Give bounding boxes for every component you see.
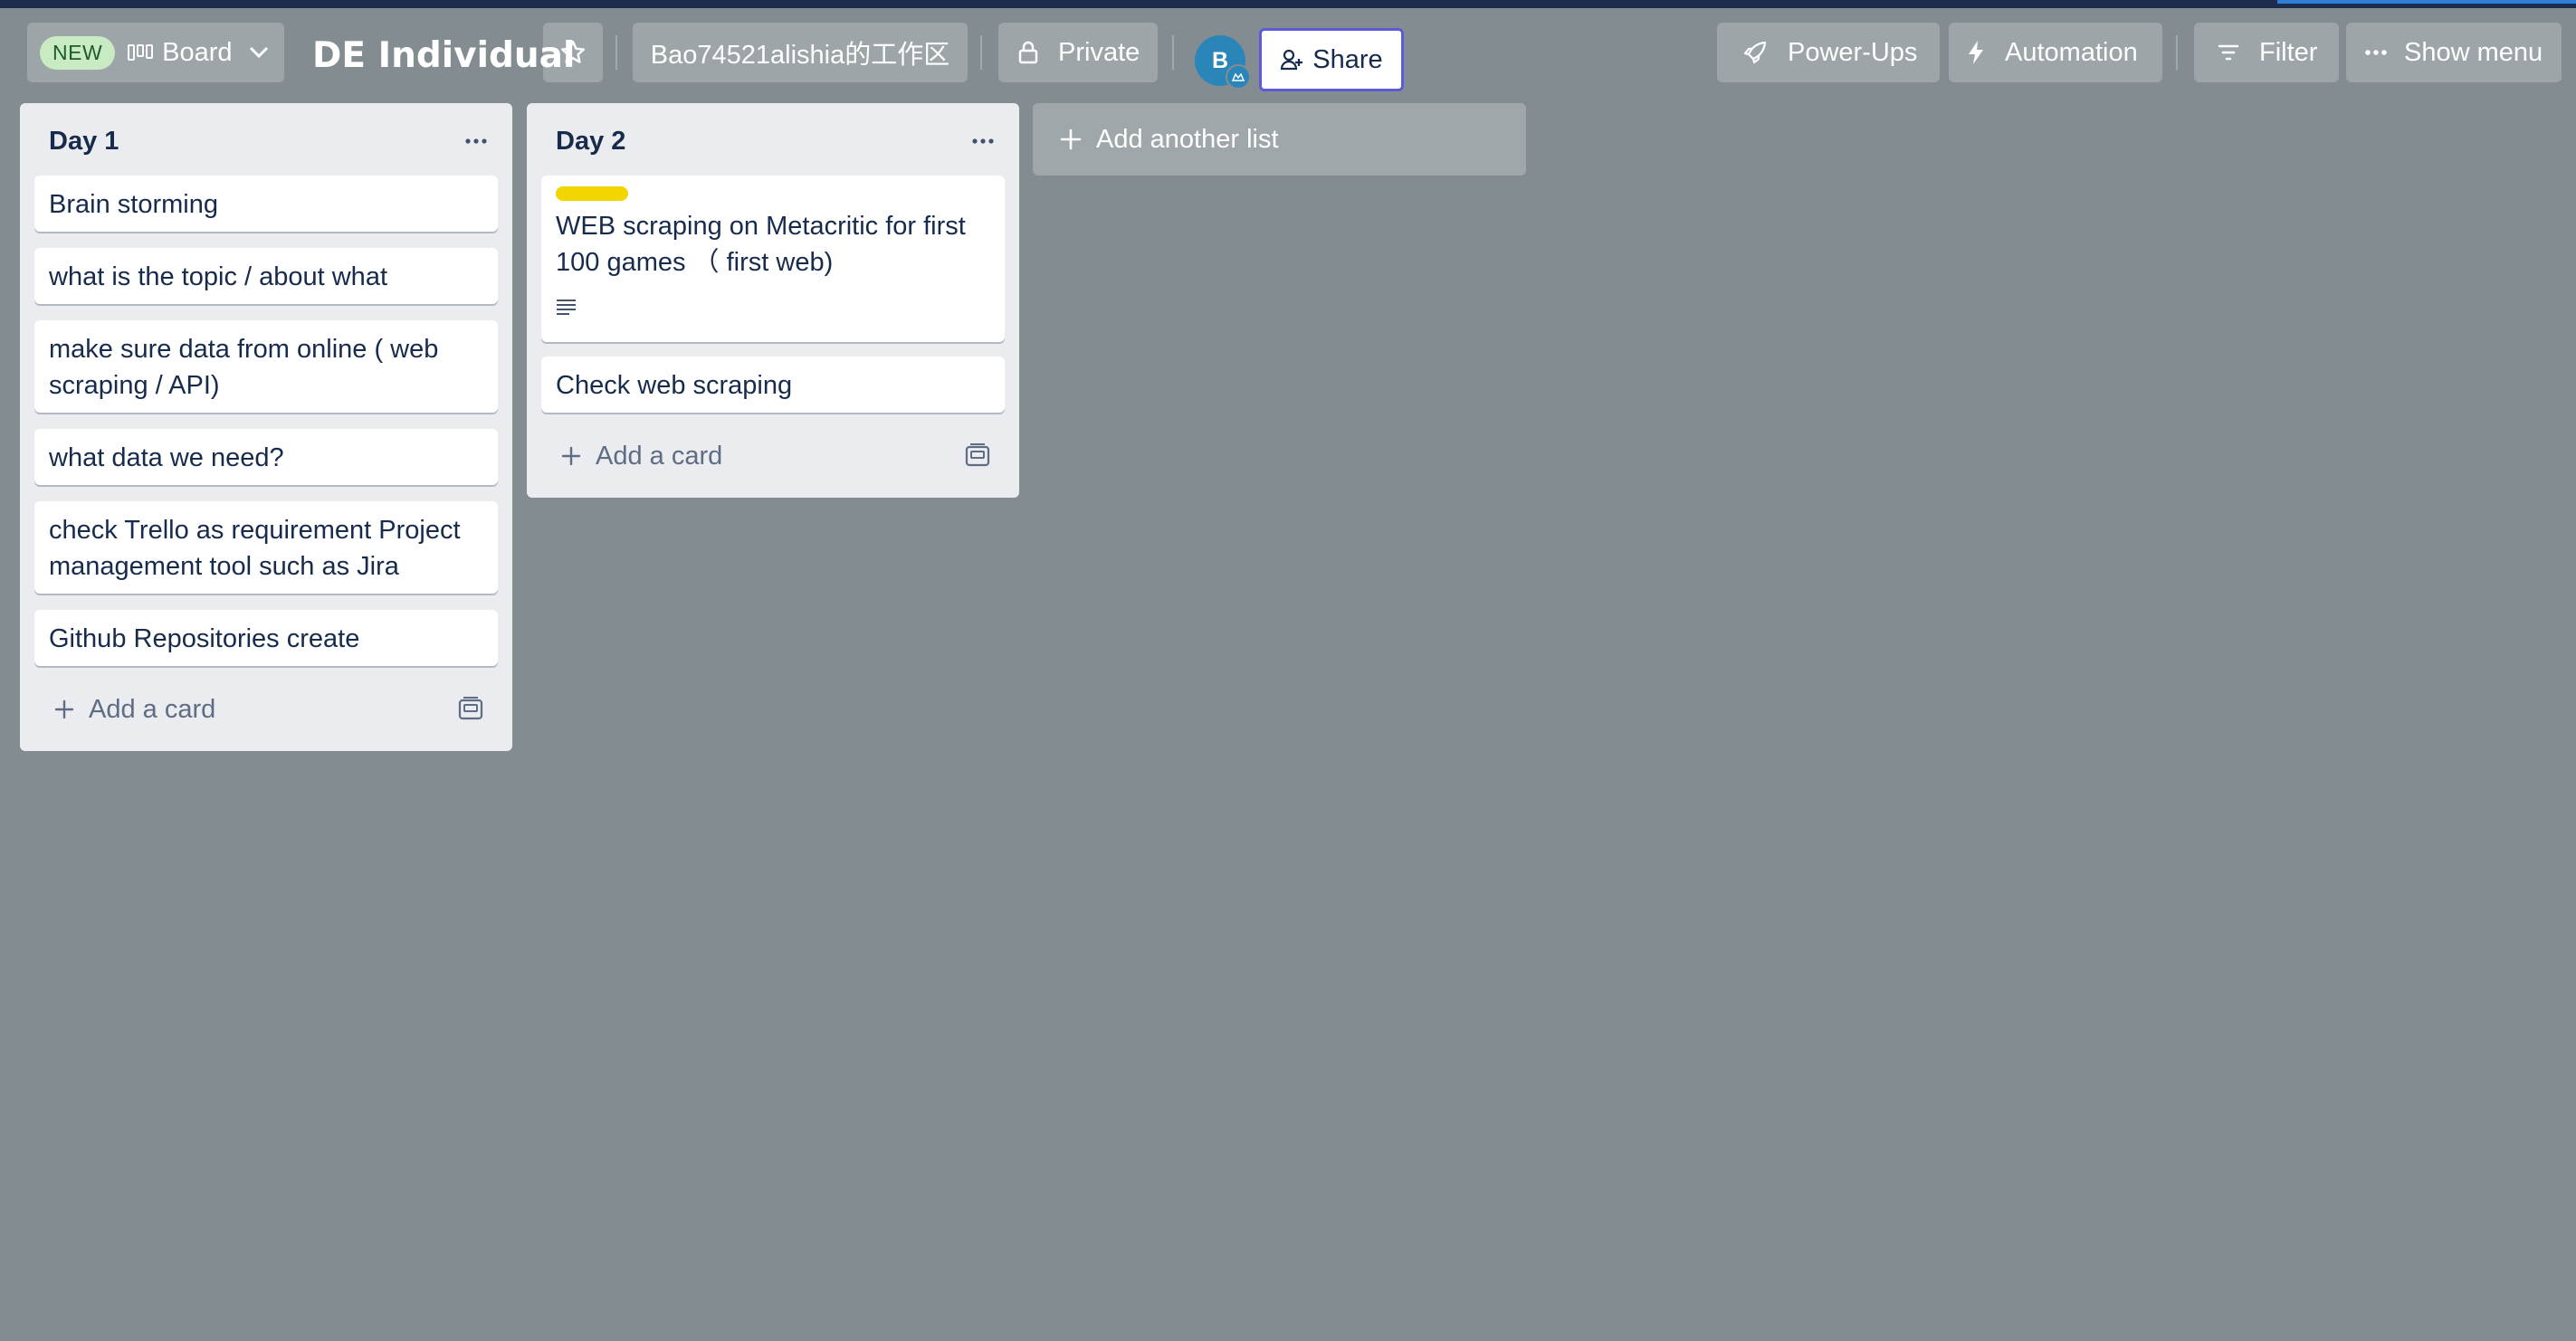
automation-button[interactable]: Automation	[1949, 23, 2162, 82]
list-day-1: Day 1 Brain storming what is the topic /…	[20, 103, 512, 751]
rocket-icon	[1742, 40, 1768, 65]
list-title[interactable]: Day 2	[556, 127, 625, 157]
more-dots-icon	[464, 138, 488, 145]
board-view-switcher[interactable]: NEW Board	[27, 23, 284, 82]
card-title: make sure data from online ( web scrapin…	[49, 335, 439, 400]
filter-icon	[2218, 43, 2239, 62]
show-menu-label: Show menu	[2404, 37, 2543, 67]
add-card-button[interactable]: Add a card	[561, 438, 722, 474]
card-title: Github Repositories create	[49, 624, 360, 653]
description-lines-icon	[556, 290, 990, 326]
plus-icon	[561, 446, 581, 466]
list-card[interactable]: what data we need?	[34, 429, 498, 485]
card-title: what data we need?	[49, 443, 284, 472]
visibility-button[interactable]: Private	[998, 23, 1158, 82]
header-separator	[2176, 35, 2178, 70]
card-title: Check web scraping	[556, 371, 793, 400]
header-separator	[615, 35, 617, 70]
list-card[interactable]: WEB scraping on Metacritic for first 100…	[541, 176, 1005, 342]
new-badge: NEW	[40, 35, 116, 70]
visibility-label: Private	[1058, 37, 1140, 67]
list-card[interactable]: check Trello as requirement Project mana…	[34, 501, 498, 594]
header-separator	[1172, 35, 1174, 70]
powerups-button[interactable]: Power-Ups	[1717, 23, 1940, 82]
powerups-label: Power-Ups	[1788, 37, 1918, 67]
avatar-initial: B	[1211, 47, 1229, 73]
more-dots-icon	[2364, 49, 2388, 56]
add-person-icon	[1280, 48, 1303, 71]
list-card[interactable]: what is the topic / about what	[34, 248, 498, 304]
workspace-button[interactable]: Bao74521alishia的工作区	[633, 23, 968, 82]
add-card-label: Add a card	[89, 694, 216, 724]
add-another-list-label: Add another list	[1096, 124, 1279, 154]
share-label: Share	[1312, 44, 1383, 74]
list-menu-button[interactable]	[965, 123, 1001, 159]
list-card[interactable]: Brain storming	[34, 176, 498, 232]
add-card-button[interactable]: Add a card	[54, 691, 215, 728]
board-title[interactable]: DE Individual	[312, 28, 575, 82]
list-day-2: Day 2 WEB scraping on Metacritic for fir…	[527, 103, 1019, 498]
card-title: WEB scraping on Metacritic for first 100…	[556, 212, 966, 277]
avatar[interactable]: B	[1195, 35, 1251, 90]
share-button[interactable]: Share	[1259, 28, 1404, 91]
automation-label: Automation	[2005, 37, 2138, 67]
show-menu-button[interactable]: Show menu	[2346, 23, 2562, 82]
plus-icon	[1060, 128, 1082, 150]
header-separator	[980, 35, 982, 70]
top-strip	[0, 0, 2576, 8]
card-title: Brain storming	[49, 190, 218, 219]
card-template-icon[interactable]	[965, 443, 990, 471]
card-title: what is the topic / about what	[49, 262, 387, 291]
filter-label: Filter	[2259, 37, 2318, 67]
filter-button[interactable]: Filter	[2194, 23, 2339, 82]
top-strip-accent	[2277, 0, 2576, 4]
chevron-down-icon	[249, 46, 269, 59]
add-another-list-button[interactable]: Add another list	[1033, 103, 1526, 176]
board-view-label: Board	[162, 37, 233, 67]
plus-icon	[54, 699, 74, 719]
lock-icon	[1018, 41, 1038, 64]
list-menu-button[interactable]	[458, 123, 494, 159]
list-card[interactable]: Github Repositories create	[34, 610, 498, 666]
more-dots-icon	[971, 138, 995, 145]
add-card-label: Add a card	[596, 441, 723, 471]
admin-badge-icon	[1226, 64, 1251, 90]
list-title[interactable]: Day 1	[49, 127, 119, 157]
star-button[interactable]	[543, 23, 603, 82]
list-card[interactable]: Check web scraping	[541, 357, 1005, 413]
card-title: check Trello as requirement Project mana…	[49, 516, 461, 581]
star-icon	[559, 39, 587, 66]
board-header: NEW Board DE Individual Bao74521alishia的…	[0, 8, 2576, 95]
workspace-label: Bao74521alishia的工作区	[650, 41, 950, 70]
board-view-icon	[128, 43, 154, 62]
lightning-icon	[1967, 40, 1985, 65]
card-template-icon[interactable]	[458, 697, 483, 725]
list-card[interactable]: make sure data from online ( web scrapin…	[34, 320, 498, 413]
card-label-yellow[interactable]	[556, 186, 628, 201]
